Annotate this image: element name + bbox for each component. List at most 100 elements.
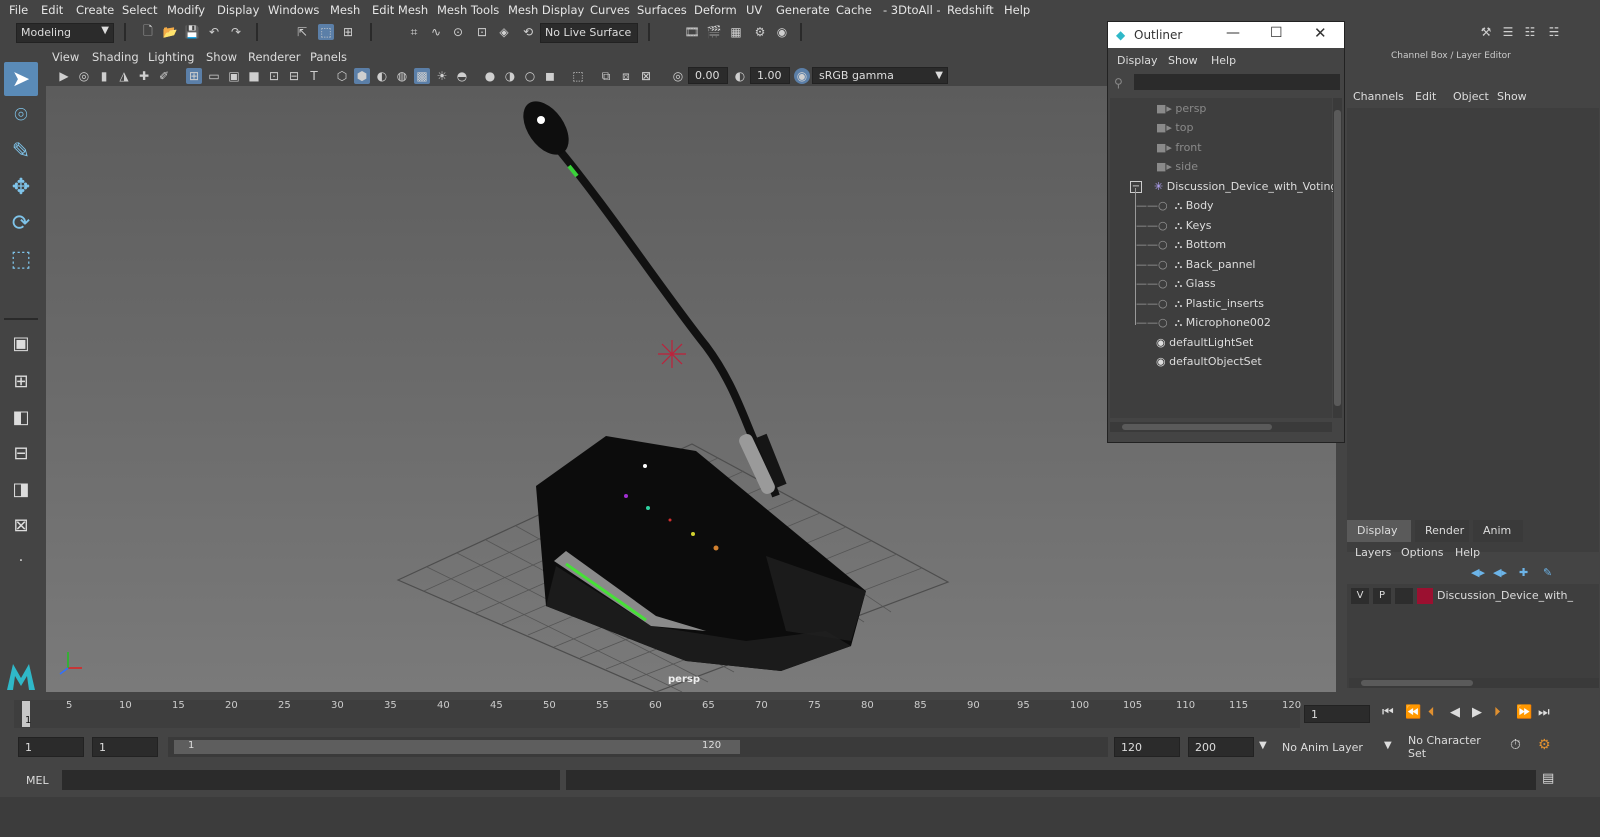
scrollbar-thumb[interactable] xyxy=(1361,680,1473,686)
script-editor-icon[interactable]: ▤ xyxy=(1542,771,1554,786)
snap-live-icon[interactable]: ⟲ xyxy=(520,24,536,40)
outliner-menu-show[interactable]: Show xyxy=(1168,54,1198,67)
menu-mesh-display[interactable]: Mesh Display xyxy=(508,3,584,17)
minimize-icon[interactable]: — xyxy=(1226,25,1240,41)
outliner-item-microphone002[interactable]: ——○ ⛬ Microphone002 xyxy=(1136,313,1271,332)
layer-visibility-toggle[interactable]: V xyxy=(1351,588,1369,604)
camera-attributes-icon[interactable]: ◎ xyxy=(76,68,92,84)
lasso-tool-icon[interactable]: ⌾ xyxy=(4,98,38,132)
maximize-icon[interactable]: ☐ xyxy=(1270,25,1283,41)
gamma-icon[interactable]: ◐ xyxy=(732,68,748,84)
image-plane-icon[interactable]: ◮ xyxy=(116,68,132,84)
undo-icon[interactable]: ↶ xyxy=(206,24,222,40)
menu-curves[interactable]: Curves xyxy=(590,3,630,17)
default-material-icon[interactable]: ◍ xyxy=(394,68,410,84)
step-forward-icon[interactable]: ⏩ xyxy=(1516,705,1532,720)
outliner-item-side[interactable]: ■▸ side xyxy=(1156,157,1198,176)
anim-end-field[interactable]: 200 xyxy=(1188,737,1254,757)
live-surface-field[interactable]: No Live Surface xyxy=(540,23,638,43)
end-time-field[interactable]: 120 xyxy=(1114,737,1180,757)
character-set-dropdown[interactable]: No Character Set xyxy=(1402,734,1502,760)
channel-menu-channels[interactable]: Channels xyxy=(1353,90,1404,103)
lights-icon[interactable]: ☀ xyxy=(434,68,450,84)
mel-command-input[interactable] xyxy=(62,770,560,790)
start-time-field[interactable]: 1 xyxy=(18,737,84,757)
menu-generate[interactable]: Generate xyxy=(776,3,830,17)
safe-action-icon[interactable]: ⊟ xyxy=(286,68,302,84)
play-forward-icon[interactable]: ▶ xyxy=(1472,705,1482,720)
scrollbar-thumb[interactable] xyxy=(1122,424,1272,430)
step-forward-key-icon[interactable]: ⏵ xyxy=(1494,705,1501,720)
panel-menu-panels[interactable]: Panels xyxy=(310,50,347,64)
grid-icon[interactable]: ⊞ xyxy=(186,68,202,84)
paint-select-tool-icon[interactable]: ✎ xyxy=(4,134,38,168)
redo-icon[interactable]: ↷ xyxy=(228,24,244,40)
snap-point-icon[interactable]: ⊙ xyxy=(450,24,466,40)
outliner-search-input[interactable] xyxy=(1134,74,1340,90)
outliner-horizontal-scrollbar[interactable] xyxy=(1110,422,1332,432)
outliner-menu-help[interactable]: Help xyxy=(1211,54,1236,67)
bookmark-icon[interactable]: ▮ xyxy=(96,68,112,84)
persp-graph-layout-icon[interactable]: ⊟ xyxy=(4,436,38,470)
close-icon[interactable]: ✕ xyxy=(1314,24,1327,42)
channel-menu-show[interactable]: Show xyxy=(1497,90,1527,103)
panel-menu-view[interactable]: View xyxy=(52,50,79,64)
ambient-occlusion-icon[interactable]: ● xyxy=(482,68,498,84)
persp-uv-layout-icon[interactable]: ◨ xyxy=(4,472,38,506)
exposure-icon[interactable]: ◎ xyxy=(670,68,686,84)
menu-mesh-tools[interactable]: Mesh Tools xyxy=(437,3,499,17)
channel-menu-edit[interactable]: Edit xyxy=(1415,90,1436,103)
outliner-item-bottom[interactable]: ——○ ⛬ Bottom xyxy=(1136,235,1226,254)
layer-menu-options[interactable]: Options xyxy=(1401,546,1443,559)
new-layer-selected-icon[interactable]: ✎ xyxy=(1543,566,1552,579)
animation-preferences-icon[interactable]: ⚙ xyxy=(1538,737,1551,753)
menu-redshift[interactable]: Redshift xyxy=(947,3,994,17)
outliner-item-body[interactable]: ——○ ⛬ Body xyxy=(1136,196,1214,215)
snap-curve-icon[interactable]: ∿ xyxy=(428,24,444,40)
four-view-layout-icon[interactable]: ⊞ xyxy=(4,364,38,398)
textured-icon[interactable]: ▩ xyxy=(414,68,430,84)
menu-mesh[interactable]: Mesh xyxy=(330,3,360,17)
rotate-tool-icon[interactable]: ⟳ xyxy=(4,206,38,240)
menu-cache[interactable]: Cache xyxy=(836,3,872,17)
field-chart-icon[interactable]: ⊡ xyxy=(266,68,282,84)
tab-display[interactable]: Display xyxy=(1347,520,1411,542)
outliner-persp-layout-icon[interactable]: ⊠ xyxy=(4,508,38,542)
go-to-start-icon[interactable]: ⏮ xyxy=(1382,705,1394,720)
menu-help[interactable]: Help xyxy=(1004,3,1030,17)
new-layer-icon[interactable]: ✚ xyxy=(1519,566,1528,579)
layer-color-swatch[interactable] xyxy=(1417,588,1433,604)
layer-menu-help[interactable]: Help xyxy=(1455,546,1480,559)
resolution-gate-icon[interactable]: ▣ xyxy=(226,68,242,84)
outliner-item-top[interactable]: ■▸ top xyxy=(1156,118,1193,137)
menu-modify[interactable]: Modify xyxy=(167,3,205,17)
menu-edit[interactable]: Edit xyxy=(41,3,63,17)
render-view-icon[interactable]: 🎞 xyxy=(684,24,700,40)
outliner-item-persp[interactable]: ■▸ persp xyxy=(1156,99,1206,118)
step-back-key-icon[interactable]: ⏪ xyxy=(1405,705,1421,720)
smooth-shade-icon[interactable]: ⬢ xyxy=(354,68,370,84)
gamma-field[interactable]: 1.00 xyxy=(750,67,790,84)
chevron-down-icon[interactable]: ▼ xyxy=(1259,740,1267,751)
go-to-end-icon[interactable]: ⏭ xyxy=(1538,705,1550,720)
snap-grid-icon[interactable]: ⌗ xyxy=(406,24,422,40)
select-objects-icon[interactable]: ⬚ xyxy=(318,24,334,40)
menu-3dtoall[interactable]: - 3DtoAll - xyxy=(883,3,941,17)
modeling-toolkit-icon[interactable]: ⚒ xyxy=(1478,24,1494,40)
outliner-item-glass[interactable]: ——○ ⛬ Glass xyxy=(1136,274,1216,293)
layer-row[interactable]: V P Discussion_Device_with_ xyxy=(1351,588,1597,606)
tab-anim[interactable]: Anim xyxy=(1473,520,1523,542)
outliner-item-plastic-inserts[interactable]: ——○ ⛬ Plastic_inserts xyxy=(1136,294,1264,313)
outliner-vertical-scrollbar[interactable] xyxy=(1333,98,1342,418)
panel-menu-renderer[interactable]: Renderer xyxy=(248,50,301,64)
move-layer-up-icon[interactable]: ◀▸ xyxy=(1471,566,1485,579)
range-slider-handle[interactable]: 1 120 xyxy=(174,740,740,754)
tool-settings-icon[interactable]: ☷ xyxy=(1522,24,1538,40)
color-management-icon[interactable]: ◉ xyxy=(794,68,810,84)
panel-menu-shading[interactable]: Shading xyxy=(92,50,139,64)
attribute-editor-icon[interactable]: ☰ xyxy=(1500,24,1516,40)
layer-playback-toggle[interactable]: P xyxy=(1373,588,1391,604)
render-frame-icon[interactable]: 🎬 xyxy=(706,24,722,40)
snap-surface-icon[interactable]: ◈ xyxy=(496,24,512,40)
render-settings-icon[interactable]: ⚙ xyxy=(752,24,768,40)
